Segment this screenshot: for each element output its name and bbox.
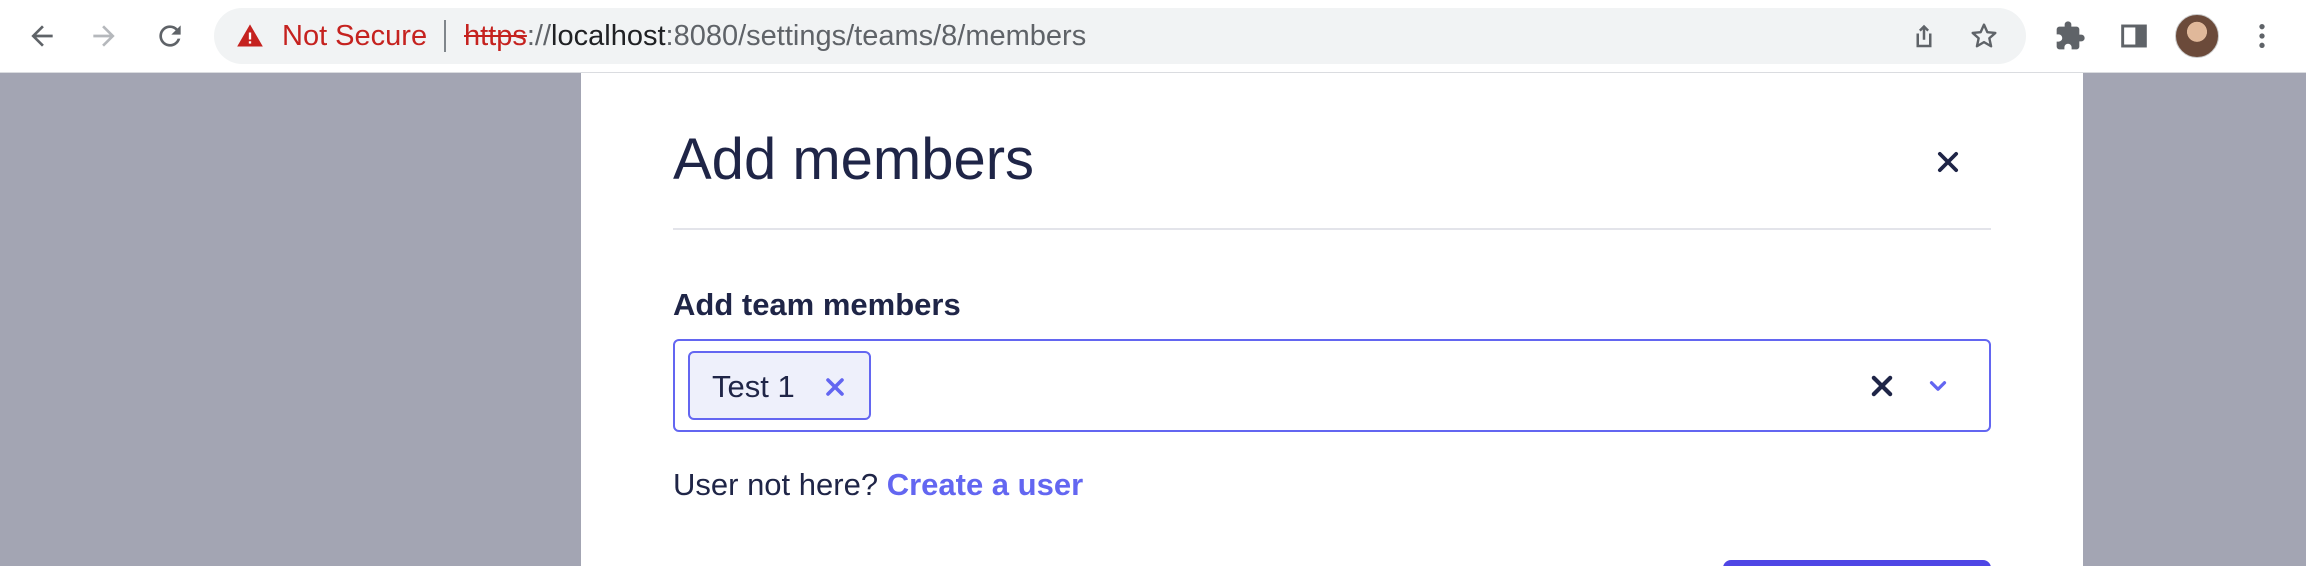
reload-button[interactable] — [144, 10, 196, 62]
bookmark-button[interactable] — [1966, 18, 2002, 54]
clear-selection-button[interactable] — [1865, 369, 1899, 403]
star-icon — [1971, 23, 1997, 48]
url-text[interactable]: https://localhost:8080/settings/teams/8/… — [464, 20, 1087, 52]
create-user-link[interactable]: Create a user — [887, 467, 1083, 502]
puzzle-icon — [2056, 21, 2085, 50]
add-members-modal: Add members Add team members Test 1 User… — [581, 73, 2083, 566]
extensions-button[interactable] — [2044, 10, 2096, 62]
remove-member-button[interactable] — [820, 372, 850, 402]
arrow-right-icon — [93, 25, 115, 47]
close-icon — [1937, 151, 1959, 173]
close-button[interactable] — [1931, 145, 1965, 179]
side-panel-button[interactable] — [2108, 10, 2160, 62]
url-host: localhost — [551, 20, 666, 52]
helper-prefix: User not here? — [673, 467, 879, 502]
warning-icon — [237, 24, 263, 47]
clear-icon — [1871, 375, 1893, 397]
profile-avatar[interactable] — [2175, 14, 2219, 58]
remove-icon — [826, 378, 844, 396]
modal-divider — [673, 228, 1991, 230]
selected-member-chip: Test 1 — [688, 351, 871, 420]
reload-icon — [159, 25, 181, 47]
arrow-left-icon — [31, 25, 53, 47]
security-status[interactable]: Not Secure — [282, 22, 427, 51]
more-vertical-icon — [2259, 24, 2265, 48]
back-button[interactable] — [16, 10, 68, 62]
url-separator: :// — [526, 20, 552, 52]
chevron-down-icon — [1929, 381, 1947, 391]
side-panel-icon — [2121, 24, 2147, 48]
team-members-label: Add team members — [673, 287, 961, 322]
dropdown-toggle[interactable] — [1921, 369, 1955, 403]
share-button[interactable] — [1906, 18, 1942, 54]
share-icon — [1916, 24, 1932, 48]
url-scheme: https — [464, 20, 527, 52]
browser-menu-button[interactable] — [2236, 10, 2288, 62]
forward-button[interactable] — [78, 10, 130, 62]
chip-label: Test 1 — [712, 369, 795, 404]
address-bar[interactable]: Not Secure https://localhost:8080/settin… — [214, 8, 2026, 64]
url-path: :8080/settings/teams/8/members — [665, 20, 1087, 52]
submit-button[interactable] — [1723, 560, 1991, 566]
modal-title: Add members — [673, 127, 1035, 192]
omnibox-divider — [444, 20, 446, 52]
browser-toolbar: Not Secure https://localhost:8080/settin… — [0, 0, 2306, 73]
helper-text: User not here? Create a user — [673, 465, 1083, 505]
team-members-select[interactable]: Test 1 — [673, 339, 1991, 432]
